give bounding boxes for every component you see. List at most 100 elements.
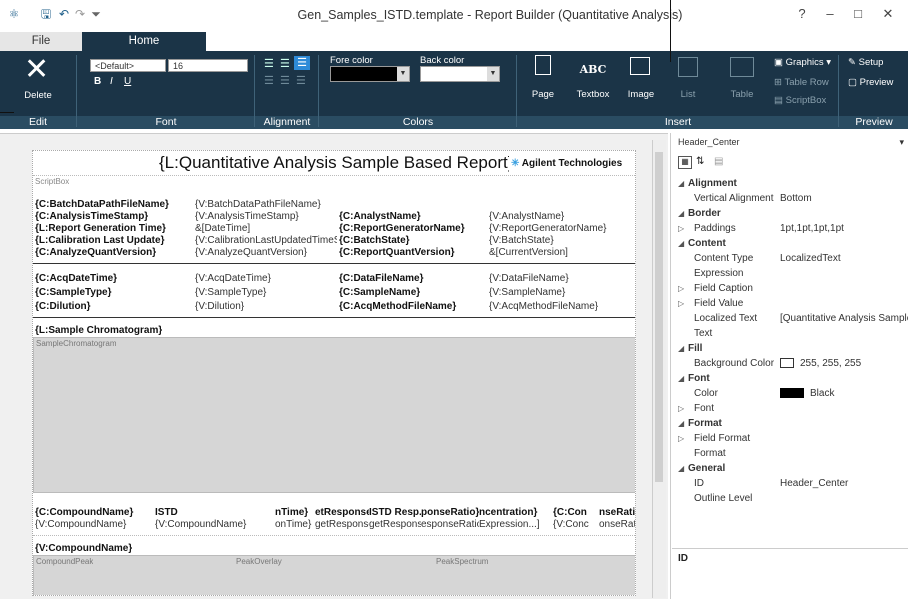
table-header-cell[interactable]: {C:CompoundName}: [35, 507, 153, 518]
peak-spectrum-box[interactable]: PeakSpectrum: [436, 557, 488, 566]
align-left-icon[interactable]: ☰: [264, 57, 274, 70]
field-value[interactable]: {V:SampleName}: [489, 287, 635, 298]
italic-button[interactable]: I: [110, 76, 113, 87]
property-value[interactable]: Bottom: [780, 191, 908, 206]
property-row[interactable]: ◢ Fill: [672, 341, 908, 356]
table-value-cell[interactable]: onTime}: [275, 519, 315, 530]
field-caption[interactable]: {C:AcqMethodFileName}: [339, 301, 487, 312]
align-bottom-icon[interactable]: ☰: [296, 74, 306, 87]
property-row[interactable]: ◢ Content: [672, 236, 908, 251]
property-pages-icon[interactable]: ▤: [714, 156, 723, 167]
property-row[interactable]: ◢ General: [672, 461, 908, 476]
insert-page-button[interactable]: Page: [528, 55, 558, 111]
field-caption[interactable]: {C:SampleName}: [339, 287, 487, 298]
property-row[interactable]: ▷ Field Caption: [672, 281, 908, 296]
field-caption[interactable]: {C:AcqDateTime}: [35, 273, 183, 284]
insert-table-button[interactable]: Table: [722, 55, 762, 111]
preview-button[interactable]: ▢ Preview: [848, 77, 893, 88]
sort-alpha-icon[interactable]: ⇅: [696, 156, 704, 167]
field-value[interactable]: &[CurrentVersion]: [489, 247, 635, 258]
expand-arrow-icon[interactable]: ▷: [678, 296, 684, 311]
bold-button[interactable]: B: [94, 76, 101, 87]
field-value[interactable]: {V:ReportGeneratorName}: [489, 223, 635, 234]
table-row-button[interactable]: ⊞ Table Row: [774, 77, 829, 88]
property-row[interactable]: ◢ Font: [672, 371, 908, 386]
redo-icon[interactable]: ↷: [72, 6, 88, 22]
undo-icon[interactable]: ↶: [56, 6, 72, 22]
field-caption[interactable]: {L:Report Generation Time}: [35, 223, 183, 234]
field-caption[interactable]: {C:AnalysisTimeStamp}: [35, 211, 183, 222]
report-page[interactable]: {L:Quantitative Analysis Sample Based Re…: [32, 150, 636, 596]
table-value-cell[interactable]: getResponse}: [369, 519, 421, 530]
expand-arrow-icon[interactable]: ▷: [678, 281, 684, 296]
insert-textbox-button[interactable]: ABC Textbox: [572, 55, 614, 111]
field-value[interactable]: {V:BatchState}: [489, 235, 635, 246]
collapse-arrow-icon[interactable]: ◢: [678, 416, 684, 431]
property-row[interactable]: Expression: [672, 266, 908, 281]
table-header-cell[interactable]: ISTD: [155, 507, 273, 518]
field-caption[interactable]: {C:AnalyzeQuantVersion}: [35, 247, 183, 258]
field-value[interactable]: {V:AcqMethodFileName}: [489, 301, 635, 312]
field-caption[interactable]: {C:DataFileName}: [339, 273, 487, 284]
property-value[interactable]: 255, 255, 255: [800, 356, 908, 371]
table-value-cell[interactable]: {V:CompoundName}: [35, 519, 153, 530]
field-value[interactable]: &[DateTime]: [195, 223, 337, 234]
peak-overlay-box[interactable]: PeakOverlay: [236, 557, 282, 566]
field-caption[interactable]: {C:ReportGeneratorName}: [339, 223, 487, 234]
compound-name-title[interactable]: {V:CompoundName}: [35, 543, 132, 554]
table-value-cell[interactable]: getResponse}: [315, 519, 369, 530]
collapse-arrow-icon[interactable]: ◢: [678, 206, 684, 221]
property-row[interactable]: ◢ Border: [672, 206, 908, 221]
font-name-combo[interactable]: <Default>: [90, 59, 166, 72]
property-row[interactable]: Color Black: [672, 386, 908, 401]
tab-file[interactable]: File: [0, 32, 82, 51]
table-header-cell[interactable]: ncentration}: [479, 507, 553, 518]
collapse-arrow-icon[interactable]: ◢: [678, 176, 684, 191]
compound-peak-box[interactable]: CompoundPeak: [36, 557, 93, 566]
peak-graphics-row[interactable]: CompoundPeak PeakOverlay PeakSpectrum: [33, 555, 635, 595]
graphics-dropdown[interactable]: ▣ Graphics ▾: [774, 57, 831, 68]
field-caption[interactable]: {C:Dilution}: [35, 301, 183, 312]
property-row[interactable]: Background Color 255, 255, 255: [672, 356, 908, 371]
field-value[interactable]: {V:AcqDateTime}: [195, 273, 337, 284]
expand-arrow-icon[interactable]: ▷: [678, 431, 684, 446]
property-row[interactable]: Content Type LocalizedText: [672, 251, 908, 266]
table-header-cell[interactable]: nTime}: [275, 507, 315, 518]
field-value[interactable]: {V:Dilution}: [195, 301, 337, 312]
field-value[interactable]: {V:BatchDataPathFileName}: [195, 199, 337, 210]
categorized-view-icon[interactable]: ▦: [678, 156, 692, 169]
field-value[interactable]: {V:AnalystName}: [489, 211, 635, 222]
chromatogram-title[interactable]: {L:Sample Chromatogram}: [35, 325, 162, 336]
property-row[interactable]: ▷ Paddings 1pt,1pt,1pt,1pt: [672, 221, 908, 236]
table-header-cell[interactable]: ponseRatio}: [421, 507, 479, 518]
field-value[interactable]: {V:AnalyzeQuantVersion}: [195, 247, 337, 258]
scriptbox-region[interactable]: ScriptBox: [35, 177, 69, 186]
collapse-arrow-icon[interactable]: ◢: [678, 371, 684, 386]
table-value-cell[interactable]: {V:Conc: [553, 519, 599, 530]
align-center-icon[interactable]: ☰: [280, 57, 290, 70]
property-value[interactable]: 1pt,1pt,1pt,1pt: [780, 221, 908, 236]
property-row[interactable]: Text: [672, 326, 908, 341]
table-header-cell[interactable]: etResponse}: [315, 507, 369, 518]
property-row[interactable]: Format: [672, 446, 908, 461]
expand-arrow-icon[interactable]: ▷: [678, 221, 684, 236]
collapse-arrow-icon[interactable]: ◢: [678, 461, 684, 476]
setup-button[interactable]: ✎ Setup: [848, 57, 883, 68]
quick-access-dropdown-icon[interactable]: ⏷: [88, 6, 104, 22]
align-top-icon[interactable]: ☰: [264, 74, 274, 87]
field-caption[interactable]: {C:BatchState}: [339, 235, 487, 246]
table-header-cell[interactable]: {C:Con: [553, 507, 599, 518]
property-value[interactable]: Header_Center: [780, 476, 908, 491]
table-value-cell[interactable]: onseRatio}: [599, 519, 635, 530]
property-row[interactable]: ▷ Font: [672, 401, 908, 416]
report-header-title[interactable]: {L:Quantitative Analysis Sample Based Re…: [159, 153, 509, 173]
property-value[interactable]: LocalizedText: [780, 251, 908, 266]
collapse-arrow-icon[interactable]: ◢: [678, 236, 684, 251]
field-caption[interactable]: {C:ReportQuantVersion}: [339, 247, 487, 258]
field-caption[interactable]: {C:SampleType}: [35, 287, 183, 298]
underline-button[interactable]: U: [124, 76, 131, 87]
field-caption[interactable]: {C:AnalystName}: [339, 211, 487, 222]
table-value-cell[interactable]: esponseRatio}: [421, 519, 479, 530]
delete-button[interactable]: ✕ Delete: [14, 53, 62, 113]
expand-arrow-icon[interactable]: ▷: [678, 401, 684, 416]
